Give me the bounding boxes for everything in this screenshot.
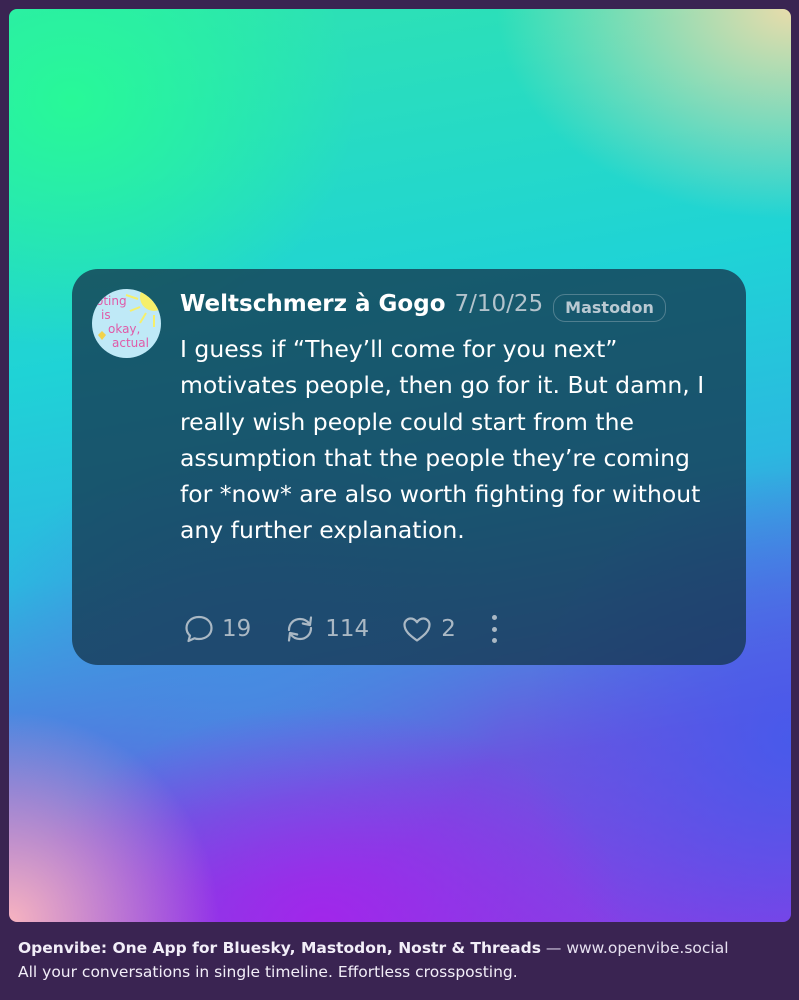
- footer-url-link[interactable]: www.openvibe.social: [566, 939, 728, 957]
- post-date[interactable]: 7/10/25: [455, 291, 544, 317]
- vertical-ellipsis-icon[interactable]: [488, 615, 501, 643]
- avatar-text-3: okay,: [108, 322, 140, 336]
- post-body: I guess if “They’ll come for you next” m…: [180, 335, 705, 545]
- network-badge: Mastodon: [553, 294, 666, 322]
- page-frame: oting is okay, actual Weltschmerz à Gogo…: [0, 0, 799, 1000]
- reply-count: 19: [222, 616, 252, 642]
- voting-sun-sticker-icon: oting is okay, actual: [92, 289, 161, 358]
- author-name[interactable]: Weltschmerz à Gogo: [180, 291, 446, 317]
- repost-count: 114: [325, 616, 370, 642]
- repost-button[interactable]: 114: [283, 614, 369, 644]
- footer-separator: —: [545, 939, 562, 957]
- post-card[interactable]: oting is okay, actual Weltschmerz à Gogo…: [72, 269, 746, 665]
- speech-bubble-icon: [185, 615, 213, 643]
- repost-arrows-icon: [288, 616, 313, 642]
- footer-line-1: Openvibe: One App for Bluesky, Mastodon,…: [18, 936, 781, 960]
- post-header: Weltschmerz à Gogo 7/10/25 Mastodon: [180, 291, 726, 325]
- avatar-text-2: is: [101, 308, 111, 322]
- like-button[interactable]: 2: [401, 614, 456, 644]
- footer: Openvibe: One App for Bluesky, Mastodon,…: [18, 936, 781, 984]
- heart-icon: [403, 617, 431, 642]
- footer-brand: Openvibe: One App for Bluesky, Mastodon,…: [18, 939, 541, 957]
- footer-tagline: All your conversations in single timelin…: [18, 963, 518, 981]
- gradient-background: oting is okay, actual Weltschmerz à Gogo…: [9, 9, 791, 922]
- avatar[interactable]: oting is okay, actual: [92, 289, 161, 358]
- avatar-text-1: oting: [96, 294, 127, 308]
- avatar-text-4: actual: [112, 336, 149, 350]
- like-count: 2: [441, 616, 456, 642]
- reply-button[interactable]: 19: [184, 614, 251, 644]
- post-actions: 19 114 2: [184, 609, 533, 649]
